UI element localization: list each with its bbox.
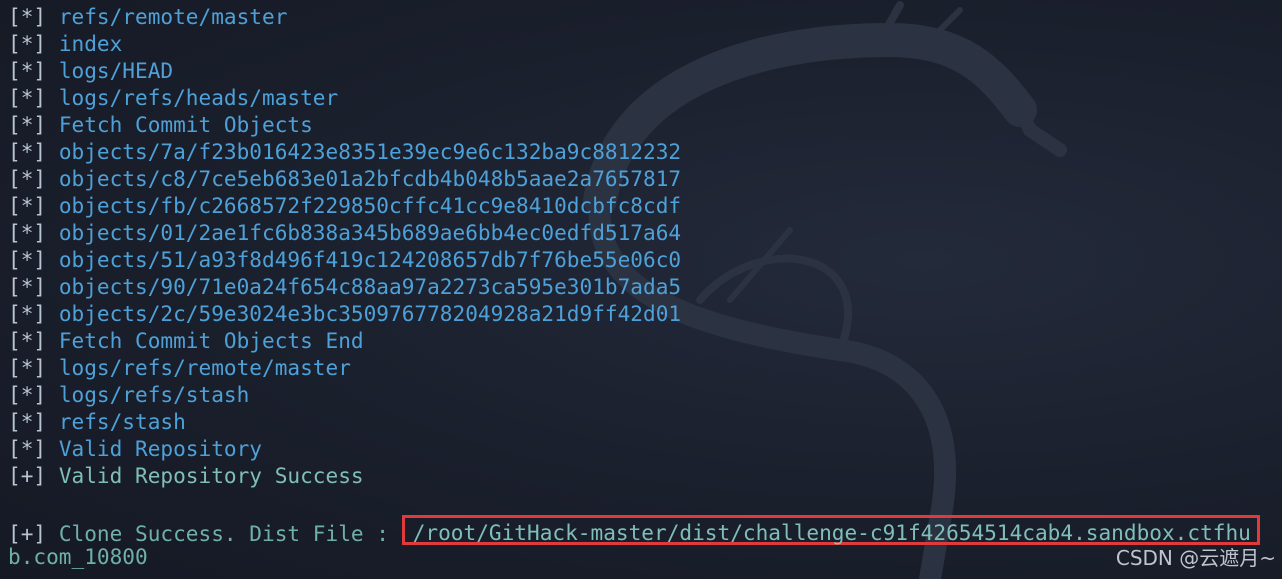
- output-line: [*] refs/stash: [8, 408, 1282, 435]
- terminal-output: [*] refs/remote/master [*] index [*] log…: [8, 3, 1282, 570]
- output-line: [*] index: [8, 30, 1282, 57]
- output-line: [*] refs/remote/master: [8, 3, 1282, 30]
- output-line: [*] logs/HEAD: [8, 57, 1282, 84]
- output-line: [*] logs/refs/heads/master: [8, 84, 1282, 111]
- dist-file-path-highlight[interactable]: /root/GitHack-master/dist/challenge-c91f…: [401, 515, 1260, 545]
- line-prefix: [*]: [8, 220, 47, 245]
- csdn-watermark: CSDN @云遮月~: [1115, 546, 1276, 570]
- line-text: index: [58, 31, 123, 56]
- output-line: [*] Fetch Commit Objects: [8, 111, 1282, 138]
- line-prefix: [*]: [8, 301, 47, 326]
- line-text: logs/refs/heads/master: [58, 85, 339, 110]
- output-line: [*] Valid Repository: [8, 435, 1282, 462]
- line-text: logs/refs/stash: [58, 382, 250, 407]
- line-text: Fetch Commit Objects End: [58, 328, 364, 353]
- line-prefix: [*]: [8, 112, 47, 137]
- line-prefix: [*]: [8, 58, 47, 83]
- output-line: [*] objects/fb/c2668572f229850cffc41cc9e…: [8, 192, 1282, 219]
- line-prefix: [*]: [8, 85, 47, 110]
- output-line: [*] logs/refs/stash: [8, 381, 1282, 408]
- line-text: Valid Repository Success: [58, 463, 364, 488]
- line-text: logs/HEAD: [58, 58, 174, 83]
- output-line: [*] objects/51/a93f8d496f419c124208657db…: [8, 246, 1282, 273]
- line-text: objects/2c/59e3024e3bc350976778204928a21…: [58, 301, 682, 326]
- line-prefix: [*]: [8, 409, 47, 434]
- output-line-success: [+] Valid Repository Success: [8, 462, 1282, 489]
- output-line: [*] objects/90/71e0a24f654c88aa97a2273ca…: [8, 273, 1282, 300]
- line-text: Fetch Commit Objects: [58, 112, 313, 137]
- dist-file-path-continued[interactable]: b.com_10800: [8, 544, 148, 569]
- line-prefix: [*]: [8, 166, 47, 191]
- line-prefix: [*]: [8, 4, 47, 29]
- line-prefix: [*]: [8, 31, 47, 56]
- line-text: objects/c8/7ce5eb683e01a2bfcdb4b048b5aae…: [58, 166, 682, 191]
- output-line: [*] objects/c8/7ce5eb683e01a2bfcdb4b048b…: [8, 165, 1282, 192]
- output-line: [*] Fetch Commit Objects End: [8, 327, 1282, 354]
- line-prefix: [*]: [8, 328, 47, 353]
- line-prefix: [+]: [8, 463, 47, 488]
- clone-path-continuation: b.com_10800: [8, 543, 1282, 570]
- line-prefix: [*]: [8, 355, 47, 380]
- line-text: refs/stash: [58, 409, 186, 434]
- line-prefix: [*]: [8, 382, 47, 407]
- line-prefix: [*]: [8, 247, 47, 272]
- output-line: [*] objects/7a/f23b016423e8351e39ec9e6c1…: [8, 138, 1282, 165]
- line-prefix: [*]: [8, 193, 47, 218]
- line-prefix: [*]: [8, 139, 47, 164]
- clone-success-line: [+] Clone Success. Dist File : /root/Git…: [8, 515, 1282, 546]
- line-text: refs/remote/master: [58, 4, 288, 29]
- line-text: logs/refs/remote/master: [58, 355, 351, 380]
- output-line: [*] objects/2c/59e3024e3bc35097677820492…: [8, 300, 1282, 327]
- line-text: objects/90/71e0a24f654c88aa97a2273ca595e…: [58, 274, 682, 299]
- output-line: [*] objects/01/2ae1fc6b838a345b689ae6bb4…: [8, 219, 1282, 246]
- line-prefix: [*]: [8, 436, 47, 461]
- line-text: objects/51/a93f8d496f419c124208657db7f76…: [58, 247, 682, 272]
- terminal-window: [*] refs/remote/master [*] index [*] log…: [0, 0, 1282, 579]
- output-line: [*] logs/refs/remote/master: [8, 354, 1282, 381]
- line-text: Valid Repository: [58, 436, 263, 461]
- line-text: objects/fb/c2668572f229850cffc41cc9e8410…: [58, 193, 682, 218]
- line-prefix: [*]: [8, 274, 47, 299]
- line-text: objects/01/2ae1fc6b838a345b689ae6bb4ec0e…: [58, 220, 682, 245]
- line-text: objects/7a/f23b016423e8351e39ec9e6c132ba…: [58, 139, 682, 164]
